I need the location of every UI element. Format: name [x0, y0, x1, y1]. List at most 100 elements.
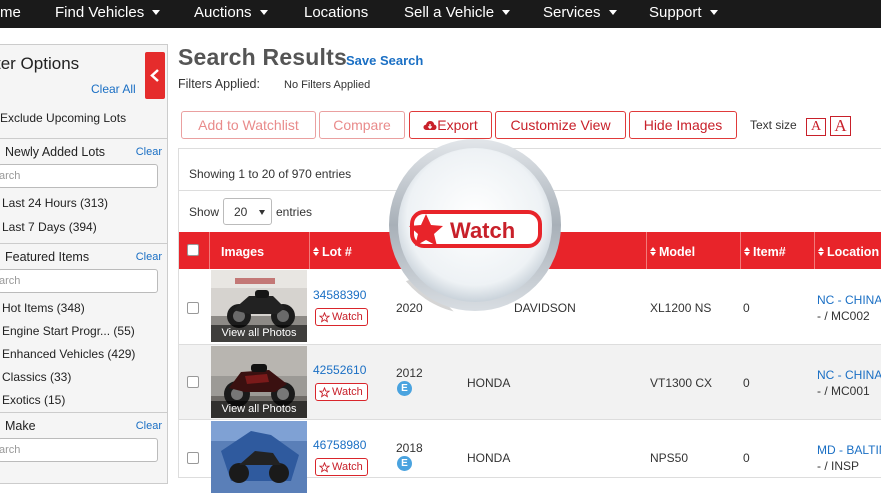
- watch-button[interactable]: Watch: [315, 458, 368, 476]
- section-clear-link[interactable]: Clear: [136, 420, 162, 432]
- clear-all-link[interactable]: Clear All: [91, 82, 136, 96]
- filter-option[interactable]: Hot Items (348): [2, 301, 85, 315]
- nav-services[interactable]: Services: [543, 0, 617, 28]
- export-label: Export: [437, 117, 478, 133]
- header-item-label: Item#: [753, 245, 786, 259]
- nav-home[interactable]: me: [0, 0, 21, 28]
- year-cell: 2020: [396, 301, 423, 315]
- watch-button[interactable]: Watch: [315, 383, 368, 401]
- location-cell: NC - CHINA - / MC002: [817, 293, 881, 323]
- header-lot[interactable]: Lot #: [313, 232, 352, 269]
- filter-option[interactable]: Last 7 Days (394): [2, 220, 97, 234]
- hide-images-button[interactable]: Hide Images: [629, 111, 737, 139]
- chevron-left-icon: [150, 69, 159, 82]
- lot-number-link[interactable]: 46758980: [313, 438, 366, 452]
- filters-applied-value: No Filters Applied: [284, 79, 371, 91]
- nav-sell-vehicle[interactable]: Sell a Vehicle: [404, 0, 511, 28]
- nav-support-label: Support: [649, 4, 702, 21]
- sort-icon: [818, 247, 824, 257]
- item-cell: 0: [743, 376, 750, 390]
- year-cell: 2018: [396, 441, 423, 455]
- location-link[interactable]: MD - BALTIM: [817, 443, 881, 457]
- filter-option[interactable]: Exotics (15): [2, 393, 65, 407]
- watch-button[interactable]: Watch: [315, 308, 368, 326]
- row-checkbox[interactable]: [187, 452, 199, 464]
- sort-icon: [313, 247, 319, 257]
- nav-locations[interactable]: Locations: [304, 0, 368, 28]
- section-featured-items[interactable]: Featured Items Clear: [0, 243, 167, 267]
- header-item[interactable]: Item#: [744, 232, 786, 269]
- header-model[interactable]: Model: [650, 232, 695, 269]
- filter-option[interactable]: Classics (33): [2, 370, 71, 384]
- view-all-photos-link[interactable]: View all Photos: [211, 401, 307, 418]
- watch-label: Watch: [332, 461, 363, 473]
- exclude-upcoming-lots[interactable]: Exclude Upcoming Lots: [0, 111, 126, 125]
- chevron-down-icon: [709, 9, 718, 15]
- location-cell: MD - BALTIM- / INSP: [817, 443, 881, 473]
- filter-option[interactable]: Engine Start Progr... (55): [2, 324, 135, 338]
- lot-number-link[interactable]: 42552610: [313, 363, 366, 377]
- nav-find-vehicles[interactable]: Find Vehicles: [55, 0, 161, 28]
- filters-applied-label: Filters Applied:: [178, 77, 260, 91]
- chevron-down-icon: [259, 210, 265, 215]
- lot-number-link[interactable]: 34588390: [313, 288, 366, 302]
- year-cell: 2012: [396, 366, 423, 380]
- section-clear-link[interactable]: Clear: [136, 146, 162, 158]
- save-search-link[interactable]: Save Search: [346, 53, 423, 68]
- model-cell: VT1300 CX: [650, 376, 713, 390]
- compare-button[interactable]: Compare: [319, 111, 405, 139]
- nav-services-label: Services: [543, 4, 601, 21]
- vehicle-thumbnail[interactable]: [211, 421, 307, 493]
- location-link[interactable]: NC - CHINA: [817, 368, 881, 382]
- search-placeholder: arch: [0, 444, 21, 456]
- nav-sell-vehicle-label: Sell a Vehicle: [404, 4, 495, 21]
- header-location-label: Location: [827, 245, 880, 259]
- filter-option[interactable]: Enhanced Vehicles (429): [2, 347, 135, 361]
- page-size-select[interactable]: 20: [223, 198, 272, 225]
- make-cell: HONDA: [467, 451, 511, 465]
- location-sub: - / MC002: [817, 309, 870, 323]
- customize-view-button[interactable]: Customize View: [495, 111, 626, 139]
- text-size-label: Text size: [750, 118, 797, 132]
- nav-support[interactable]: Support: [649, 0, 718, 28]
- vehicle-thumbnail[interactable]: View all Photos: [211, 270, 307, 342]
- nav-home-label: me: [0, 4, 21, 21]
- make-search-input[interactable]: arch: [0, 438, 158, 462]
- collapse-sidebar-button[interactable]: [145, 52, 165, 99]
- newly-added-search-input[interactable]: arch: [0, 164, 158, 188]
- filter-option[interactable]: Last 24 Hours (313): [2, 196, 108, 210]
- nav-locations-label: Locations: [304, 4, 369, 21]
- section-clear-link[interactable]: Clear: [136, 251, 162, 263]
- view-all-photos-link[interactable]: View all Photos: [211, 325, 307, 342]
- add-to-watchlist-button[interactable]: Add to Watchlist: [181, 111, 316, 139]
- entries-info: Showing 1 to 20 of 970 entries: [189, 167, 352, 181]
- watch-label: Watch: [332, 386, 363, 398]
- row-checkbox[interactable]: [187, 376, 199, 388]
- header-location[interactable]: Location: [818, 232, 879, 269]
- engine-start-badge: E: [397, 456, 412, 471]
- make-cell: HONDA: [467, 376, 511, 390]
- section-title: Make: [5, 419, 36, 433]
- location-link[interactable]: NC - CHINA: [817, 293, 881, 307]
- star-icon: [319, 312, 330, 323]
- search-placeholder: arch: [0, 275, 21, 287]
- search-placeholder: arch: [0, 170, 21, 182]
- top-navbar: me Find Vehicles Auctions Locations Sell…: [0, 0, 881, 28]
- section-make[interactable]: Make Clear: [0, 412, 167, 436]
- export-button[interactable]: Export: [409, 111, 492, 139]
- section-title: Featured Items: [5, 250, 90, 264]
- select-all-checkbox[interactable]: [187, 244, 199, 256]
- section-newly-added[interactable]: Newly Added Lots Clear: [0, 138, 167, 162]
- chevron-down-icon: [259, 9, 268, 15]
- nav-auctions[interactable]: Auctions: [194, 0, 268, 28]
- vehicle-thumbnail[interactable]: View all Photos: [211, 346, 307, 418]
- text-size-small-button[interactable]: A: [806, 118, 826, 136]
- row-checkbox[interactable]: [187, 302, 199, 314]
- star-icon: [319, 462, 330, 473]
- text-size-large-button[interactable]: A: [830, 116, 851, 136]
- magnified-watch-label: Watch: [450, 218, 515, 243]
- column-divider: [646, 232, 647, 269]
- featured-search-input[interactable]: arch: [0, 269, 158, 293]
- column-divider: [209, 232, 210, 269]
- item-cell: 0: [743, 451, 750, 465]
